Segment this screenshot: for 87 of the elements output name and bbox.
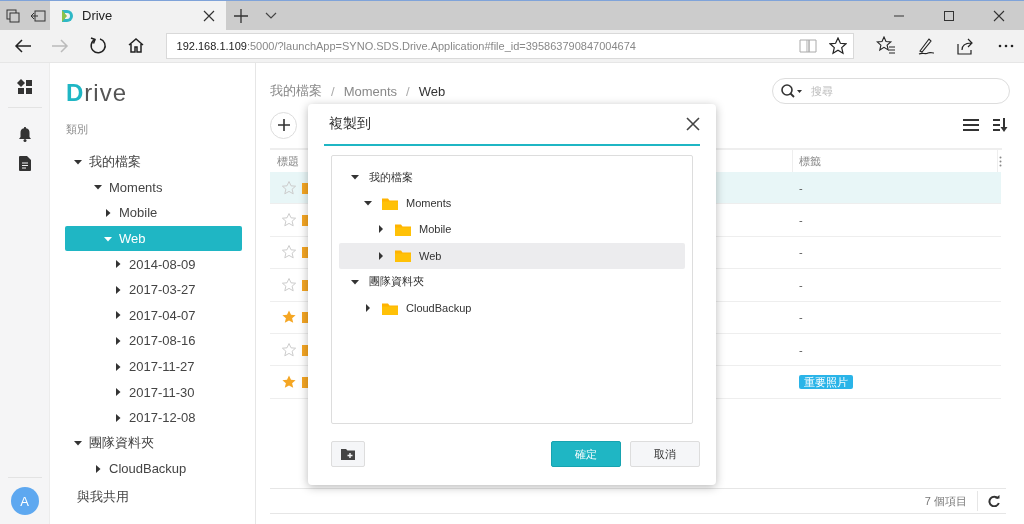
- star-icon[interactable]: [282, 277, 296, 292]
- close-icon[interactable]: [203, 9, 215, 22]
- address-bar[interactable]: 192.168.1.109:5000/?launchApp=SYNO.SDS.Drive.Application#file_id=395863790847004674: [165, 33, 854, 59]
- table-cell-text: -: [798, 214, 804, 227]
- tree-item[interactable]: Moments: [65, 174, 242, 201]
- star-icon[interactable]: [282, 180, 296, 195]
- star-icon[interactable]: [282, 375, 296, 390]
- table-cell-text: -: [798, 181, 804, 194]
- caret-icon[interactable]: [364, 304, 372, 313]
- cancel-button[interactable]: 取消: [630, 441, 700, 467]
- browser-tab[interactable]: Drive: [50, 1, 226, 30]
- item-count: 7 個項目: [924, 491, 978, 511]
- set-aside-tabs-icon[interactable]: [29, 9, 46, 22]
- tree-item[interactable]: Web: [339, 242, 685, 269]
- tree-item[interactable]: 2017-04-07: [65, 302, 242, 329]
- caret-icon[interactable]: [113, 335, 123, 346]
- document-icon[interactable]: [18, 156, 31, 171]
- tree-item[interactable]: 2017-11-27: [65, 353, 242, 380]
- drive-logo-icon: [60, 8, 74, 23]
- tree-item[interactable]: 團隊資料夾: [339, 268, 685, 295]
- url-text: 192.168.1.109:5000/?launchApp=SYNO.SDS.Drive.Application#file_id=395863790847004674: [176, 40, 637, 52]
- caret-icon[interactable]: [113, 361, 123, 372]
- tree-item[interactable]: Moments: [339, 190, 685, 217]
- dialog-title: 複製到: [329, 115, 372, 133]
- new-folder-button[interactable]: [331, 441, 365, 467]
- star-icon[interactable]: [282, 245, 296, 260]
- caret-icon[interactable]: [351, 277, 359, 286]
- folder-plus-icon: [341, 448, 355, 460]
- star-icon[interactable]: [282, 342, 296, 357]
- tab-title: Drive: [82, 8, 114, 23]
- tree-item[interactable]: Mobile: [339, 216, 685, 243]
- breadcrumb-separator: /: [331, 83, 335, 99]
- table-cell-text: -: [798, 278, 804, 291]
- tree-item[interactable]: 2017-11-30: [65, 379, 242, 405]
- tree-item[interactable]: CloudBackup: [65, 456, 242, 482]
- bell-icon[interactable]: [17, 126, 32, 142]
- column-menu-icon[interactable]: [998, 155, 1002, 167]
- caret-icon[interactable]: [113, 387, 123, 398]
- star-icon[interactable]: [282, 310, 296, 325]
- drive-logo: Drive: [66, 79, 127, 108]
- add-button[interactable]: [270, 111, 297, 139]
- caret-icon[interactable]: [113, 310, 123, 321]
- tree-item[interactable]: 我的檔案: [65, 149, 242, 175]
- table-cell-text: -: [798, 246, 804, 259]
- tree-item[interactable]: 2017-03-27: [65, 276, 242, 303]
- caret-icon[interactable]: [113, 284, 123, 295]
- breadcrumb-separator: /: [406, 83, 410, 99]
- caret-icon[interactable]: [93, 463, 103, 474]
- caret-icon[interactable]: [377, 225, 385, 234]
- tree-item[interactable]: 我的檔案: [339, 164, 685, 191]
- tree-item[interactable]: 團隊資料夾: [65, 430, 242, 457]
- tree-item[interactable]: Mobile: [65, 200, 242, 226]
- caret-icon[interactable]: [113, 259, 123, 270]
- tree-item[interactable]: 2017-08-16: [65, 328, 242, 354]
- table-cell-text: -: [798, 311, 804, 324]
- caret-icon[interactable]: [377, 251, 385, 260]
- maximize-icon[interactable]: [943, 9, 955, 22]
- caret-icon[interactable]: [113, 412, 123, 423]
- apps-icon[interactable]: [16, 79, 33, 95]
- pen-icon[interactable]: [916, 36, 936, 56]
- star-list-icon[interactable]: [876, 36, 896, 56]
- table-cell-text: -: [798, 343, 804, 356]
- tree-item[interactable]: 2017-12-08: [65, 404, 242, 431]
- caret-icon[interactable]: [351, 173, 359, 182]
- section-label: 類別: [66, 122, 88, 137]
- plus-icon: [277, 119, 290, 131]
- chevron-down-icon[interactable]: [265, 11, 277, 20]
- close-icon[interactable]: [686, 117, 700, 131]
- list-view-icon[interactable]: [963, 119, 979, 131]
- sidebar-item[interactable]: 與我共用: [77, 487, 129, 506]
- favorite-star-icon[interactable]: [829, 37, 847, 55]
- breadcrumb-link[interactable]: Web: [418, 83, 446, 99]
- caret-icon[interactable]: [103, 208, 113, 218]
- breadcrumb-link[interactable]: 我的檔案: [270, 82, 322, 100]
- tree-item[interactable]: 2014-08-09: [65, 251, 242, 277]
- search-field[interactable]: 搜尋: [772, 78, 1010, 104]
- star-icon[interactable]: [282, 213, 296, 228]
- search-icon[interactable]: [780, 83, 804, 99]
- refresh-icon[interactable]: [988, 495, 1000, 507]
- tabs-icon[interactable]: [5, 8, 20, 23]
- plus-icon[interactable]: [234, 8, 248, 23]
- close-icon[interactable]: [993, 9, 1005, 22]
- sort-icon[interactable]: [993, 118, 1008, 132]
- caret-icon[interactable]: [364, 199, 372, 208]
- tree-item[interactable]: CloudBackup: [339, 294, 685, 322]
- breadcrumb-link[interactable]: Moments: [343, 83, 398, 99]
- refresh-icon[interactable]: [88, 36, 109, 56]
